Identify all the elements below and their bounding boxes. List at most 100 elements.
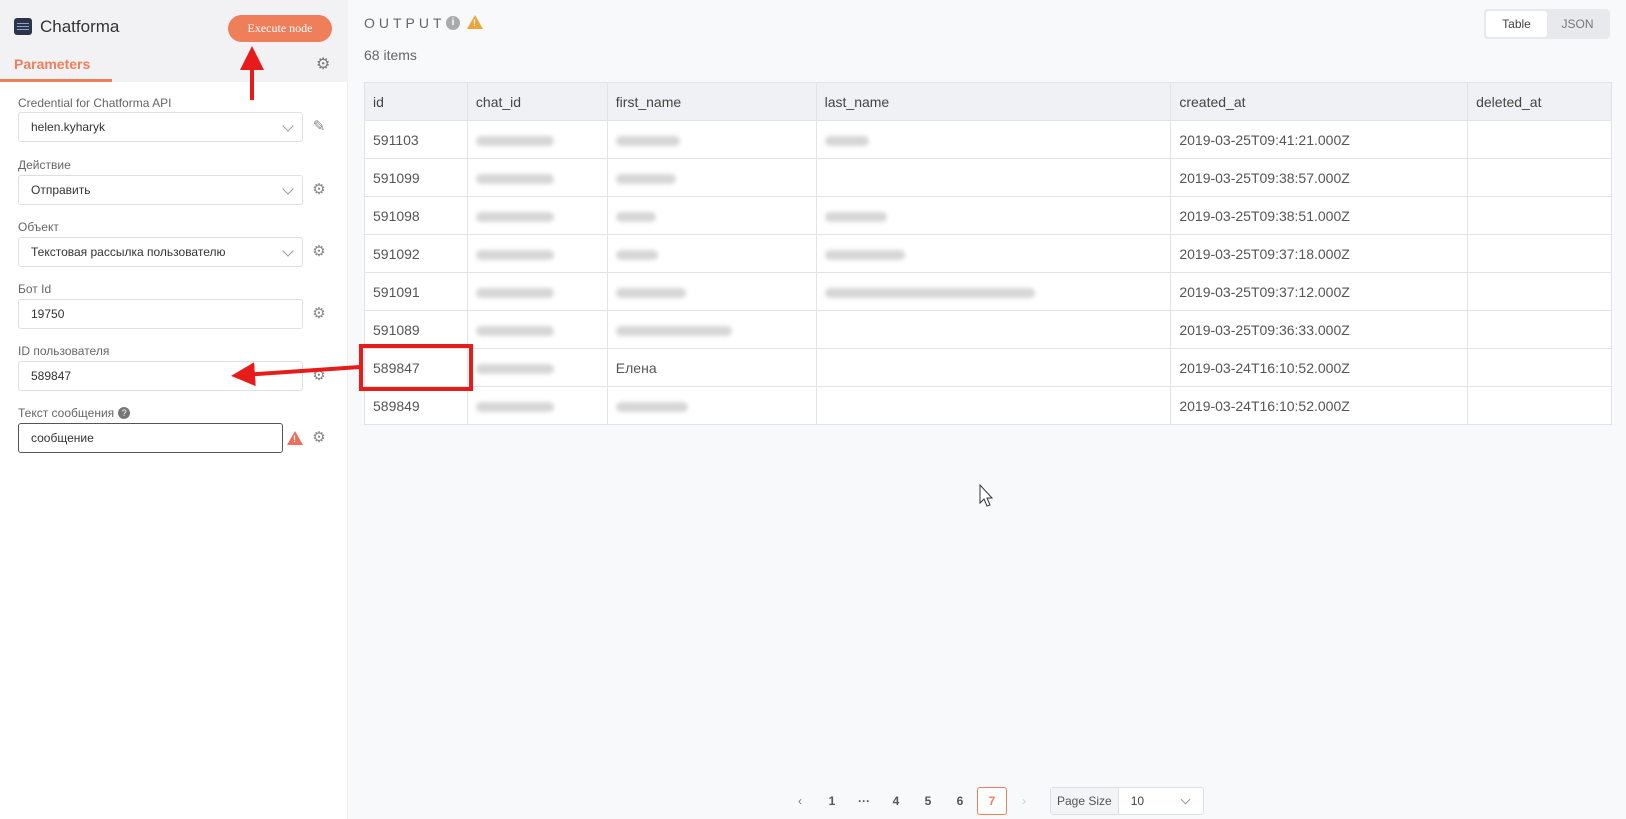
gears-icon[interactable]: ⚙	[310, 243, 328, 261]
cell-created-at: 2019-03-25T09:41:21.000Z	[1170, 120, 1469, 159]
cell-first-name: Елена	[606, 348, 817, 387]
message-label-text: Текст сообщения	[18, 406, 115, 420]
object-label: Объект	[18, 220, 59, 234]
cell-id: 591099	[364, 158, 468, 197]
message-label: Текст сообщения?	[18, 406, 131, 420]
table-row: 591099 2019-03-25T09:38:57.000Z	[364, 158, 1612, 197]
message-value: сообщение	[31, 431, 94, 445]
cell-chat-id-redacted	[466, 158, 608, 197]
chevron-down-icon	[1180, 794, 1191, 805]
page-1[interactable]: 1	[817, 787, 847, 815]
object-select[interactable]: Текстовая рассылка пользователю	[18, 237, 303, 267]
user-id-value: 589847	[31, 369, 72, 383]
credential-value: helen.kyharyk	[31, 120, 106, 134]
cell-deleted-at	[1467, 120, 1612, 159]
gears-icon[interactable]: ⚙	[310, 305, 328, 323]
pagination: ‹ 1 ··· 4 5 6 7 › Page Size 10	[784, 787, 1204, 815]
cell-deleted-at	[1467, 272, 1612, 311]
cell-created-at: 2019-03-25T09:37:18.000Z	[1170, 234, 1469, 273]
cell-deleted-at	[1467, 196, 1612, 235]
cell-created-at: 2019-03-25T09:37:12.000Z	[1170, 272, 1469, 311]
node-header: Chatforma Execute node Parameters ⚙	[0, 0, 348, 82]
cell-chat-id-redacted	[466, 310, 608, 349]
active-tab-indicator	[0, 79, 112, 82]
bot-id-value: 19750	[31, 307, 65, 321]
annotation-highlight-box	[359, 344, 473, 391]
table-header-row: id chat_id first_name last_name created_…	[364, 82, 1612, 121]
cell-id: 591103	[364, 120, 468, 159]
message-input[interactable]: сообщение	[18, 423, 283, 453]
cell-id: 591092	[364, 234, 468, 273]
output-table: id chat_id first_name last_name created_…	[364, 82, 1612, 425]
page-size-select[interactable]: Page Size 10	[1050, 787, 1204, 815]
table-row: 589849 2019-03-24T16:10:52.000Z	[364, 386, 1612, 425]
prev-page-icon[interactable]: ‹	[785, 787, 815, 815]
view-toggle: Table JSON	[1484, 9, 1610, 39]
table-row: 591089 2019-03-25T09:36:33.000Z	[364, 310, 1612, 349]
gears-icon[interactable]: ⚙	[310, 181, 328, 199]
cell-first-name-redacted	[606, 386, 817, 425]
pencil-icon[interactable]: ✎	[310, 118, 328, 136]
cell-id: 591091	[364, 272, 468, 311]
action-select[interactable]: Отправить	[18, 175, 303, 205]
bot-id-input[interactable]: 19750	[18, 299, 303, 329]
cell-chat-id-redacted	[466, 120, 608, 159]
page-4[interactable]: 4	[881, 787, 911, 815]
cell-last-name	[815, 310, 1172, 349]
help-icon[interactable]: ?	[118, 407, 131, 419]
gears-icon[interactable]: ⚙	[310, 429, 328, 447]
user-id-label: ID пользователя	[18, 344, 110, 358]
tab-parameters[interactable]: Parameters	[14, 56, 90, 72]
json-view-button[interactable]: JSON	[1547, 11, 1608, 37]
column-header-first-name: first_name	[606, 82, 817, 121]
user-id-input[interactable]: 589847	[18, 361, 303, 391]
info-icon[interactable]: i	[446, 16, 460, 30]
cell-last-name-redacted	[815, 120, 1172, 159]
chevron-down-icon	[282, 245, 294, 257]
table-row: 591091 2019-03-25T09:37:12.000Z	[364, 272, 1612, 311]
cell-last-name	[815, 348, 1172, 387]
chatforma-logo-icon	[14, 18, 32, 35]
page-6[interactable]: 6	[945, 787, 975, 815]
credential-select[interactable]: helen.kyharyk	[18, 112, 303, 142]
object-value: Текстовая рассылка пользователю	[31, 245, 226, 259]
cell-chat-id-redacted	[466, 234, 608, 273]
warning-icon[interactable]: !	[467, 15, 483, 29]
cell-last-name-redacted	[815, 234, 1172, 273]
cell-last-name	[815, 386, 1172, 425]
page-size-value: 10	[1130, 794, 1145, 808]
cell-first-name-redacted	[606, 196, 817, 235]
cell-deleted-at	[1467, 310, 1612, 349]
page-ellipsis[interactable]: ···	[849, 787, 879, 815]
cell-last-name-redacted	[815, 196, 1172, 235]
cell-last-name	[815, 158, 1172, 197]
next-page-icon[interactable]: ›	[1009, 787, 1039, 815]
chevron-down-icon	[282, 183, 294, 195]
page-size-dropdown[interactable]: 10	[1119, 788, 1203, 814]
cell-deleted-at	[1467, 158, 1612, 197]
page-size-label: Page Size	[1051, 788, 1119, 814]
cell-first-name-redacted	[606, 234, 817, 273]
warning-icon: !	[287, 431, 303, 445]
cell-created-at: 2019-03-24T16:10:52.000Z	[1170, 386, 1469, 425]
column-header-id: id	[364, 82, 468, 121]
cell-id: 591098	[364, 196, 468, 235]
cell-created-at: 2019-03-25T09:38:51.000Z	[1170, 196, 1469, 235]
chevron-down-icon	[282, 120, 294, 132]
page-5[interactable]: 5	[913, 787, 943, 815]
items-count: 68 items	[364, 47, 417, 63]
column-header-last-name: last_name	[815, 82, 1172, 121]
column-header-created-at: created_at	[1170, 82, 1469, 121]
table-view-button[interactable]: Table	[1486, 11, 1547, 37]
cell-last-name-redacted	[815, 272, 1172, 311]
cell-id: 589849	[364, 386, 468, 425]
action-value: Отправить	[31, 183, 91, 197]
gears-icon[interactable]: ⚙	[310, 367, 328, 385]
page-7-current[interactable]: 7	[977, 787, 1007, 815]
execute-node-button[interactable]: Execute node	[228, 15, 332, 42]
cell-chat-id-redacted	[466, 196, 608, 235]
gear-icon[interactable]: ⚙	[316, 57, 332, 73]
table-row: 589847 Елена 2019-03-24T16:10:52.000Z	[364, 348, 1612, 387]
bot-id-label: Бот Id	[18, 282, 52, 296]
cell-created-at: 2019-03-25T09:36:33.000Z	[1170, 310, 1469, 349]
